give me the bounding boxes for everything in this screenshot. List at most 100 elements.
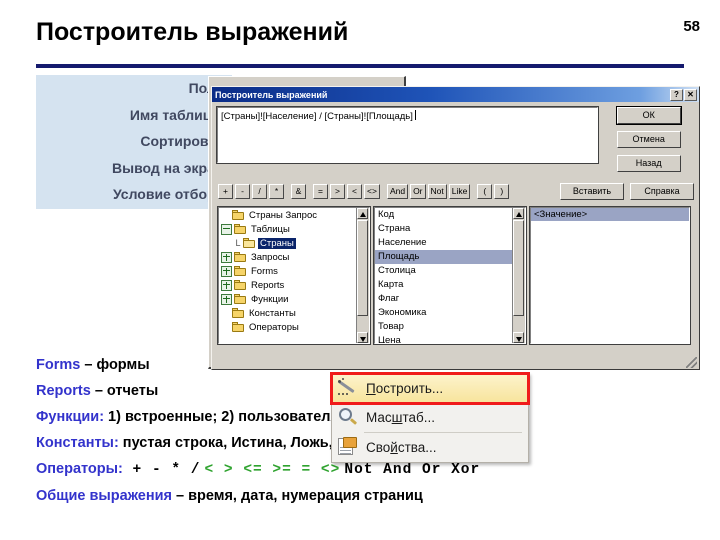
tree-item-queries[interactable]: Запросы [219, 250, 357, 264]
field-list-pane[interactable]: Код Страна Население Площадь Столица Кар… [373, 206, 527, 345]
tree-item-label: Reports [251, 279, 285, 291]
list-item[interactable]: Цена [375, 334, 513, 343]
collapse-minus-icon[interactable] [221, 223, 232, 235]
tree-item-label: Forms [251, 265, 278, 277]
expand-plus-icon[interactable] [221, 251, 232, 263]
value-list-pane[interactable]: <Значение> [529, 206, 691, 345]
expand-plus-icon[interactable] [221, 279, 232, 291]
help-icon[interactable]: ? [670, 88, 683, 101]
operator-greater[interactable]: > [330, 184, 345, 199]
expand-plus-icon[interactable] [221, 293, 232, 305]
page-title: Построитель выражений [36, 18, 349, 46]
paste-button[interactable]: Вставить [560, 183, 624, 200]
operator-less[interactable]: < [347, 184, 362, 199]
dialog-titlebar[interactable]: Построитель выражений ? ✕ [212, 87, 699, 102]
menu-item-build[interactable]: Построить... [330, 372, 530, 405]
menu-accel-key: й [390, 440, 398, 455]
list-item[interactable]: Экономика [375, 306, 513, 320]
tree-item-reports[interactable]: Reports [219, 278, 357, 292]
context-menu: Построить... Масштаб... Свойства... [330, 372, 530, 463]
grid-label-show: Вывод на экран: [112, 159, 228, 176]
list-item[interactable]: Столица [375, 264, 513, 278]
back-button[interactable]: Назад [616, 155, 681, 172]
menu-item-zoom[interactable]: Масштаб... [332, 403, 528, 432]
note-keyword: Функции: [36, 409, 105, 425]
operator-plus[interactable]: + [218, 184, 233, 199]
list-item[interactable]: Карта [375, 278, 513, 292]
operator-paren-open[interactable]: ( [477, 184, 493, 199]
dialog-title: Построитель выражений [215, 89, 328, 100]
tree-item-label: Операторы [249, 321, 299, 333]
operator-concat[interactable]: & [291, 184, 306, 199]
operator-multiply[interactable]: * [269, 184, 284, 199]
dialog-button-column: ОК Отмена Назад [603, 106, 694, 179]
list-item[interactable]: Код [375, 208, 513, 222]
menu-label-pre: Сво [366, 440, 391, 455]
note-keyword: Общие выражения [36, 488, 172, 504]
help-button[interactable]: Справка [630, 183, 694, 200]
expression-text: [Страны]![Население] / [Страны]![Площадь… [221, 111, 413, 122]
grid-label-table-name: Имя таблицы: [129, 106, 228, 123]
field-list[interactable]: Код Страна Население Площадь Столица Кар… [375, 208, 513, 343]
scroll-down-icon[interactable] [357, 332, 368, 343]
tree-item-strany-zapros[interactable]: Страны Запрос [219, 208, 357, 222]
list-item-selected[interactable]: Площадь [375, 250, 513, 264]
menu-item-properties[interactable]: Свойства... [332, 433, 528, 462]
note-keyword: Forms [36, 357, 81, 373]
operator-paren-close[interactable]: ) [494, 184, 510, 199]
scrollbar-thumb[interactable] [357, 220, 368, 316]
folder-icon [232, 322, 244, 332]
text-caret [414, 110, 416, 120]
folder-icon [234, 224, 246, 234]
cancel-button[interactable]: Отмена [616, 131, 681, 148]
folder-icon [232, 210, 244, 220]
folder-icon [232, 308, 244, 318]
tree-item-functions[interactable]: Функции [219, 292, 357, 306]
scroll-up-icon[interactable] [513, 208, 524, 219]
list-item[interactable]: Флаг [375, 292, 513, 306]
grid-label-criteria: Условие отбора: [112, 186, 228, 202]
list-item[interactable]: Товар [375, 320, 513, 334]
close-icon[interactable]: ✕ [684, 88, 697, 101]
tree-item-label: Запросы [251, 251, 290, 263]
operator-minus[interactable]: - [235, 184, 250, 199]
menu-accel-key: П [366, 381, 376, 396]
object-tree-list[interactable]: Страны Запрос Таблицы L Страны Запросы F… [219, 208, 357, 343]
tree-scrollbar[interactable] [356, 208, 369, 343]
tree-item-operators[interactable]: Операторы [219, 320, 357, 334]
scrollbar-thumb[interactable] [513, 220, 524, 316]
operator-not[interactable]: Not [427, 184, 447, 199]
operator-equal[interactable]: = [313, 184, 328, 199]
list-item[interactable]: Страна [375, 222, 513, 236]
folder-icon [234, 266, 246, 276]
magnifier-icon [334, 405, 362, 430]
list-item-selected[interactable]: <Значение> [531, 208, 689, 221]
folder-icon [234, 252, 246, 262]
ok-button[interactable]: ОК [615, 106, 682, 125]
value-list[interactable]: <Значение> [531, 208, 689, 343]
tree-item-strany[interactable]: L Страны [219, 236, 357, 250]
list-item[interactable]: Население [375, 236, 513, 250]
menu-label-pre: Мас [366, 410, 392, 425]
operator-divide[interactable]: / [252, 184, 267, 199]
scroll-up-icon[interactable] [357, 208, 368, 219]
tree-item-constants[interactable]: Константы [219, 306, 357, 320]
operator-or[interactable]: Or [410, 184, 426, 199]
grid-label-field: Поле: [36, 75, 232, 102]
note-keyword: Reports [36, 383, 91, 399]
operator-and[interactable]: And [386, 184, 409, 199]
operator-notequal[interactable]: <> [364, 184, 380, 199]
menu-label-rest: ства... [397, 440, 437, 455]
tree-item-label: Страны [258, 237, 296, 249]
field-scrollbar[interactable] [512, 208, 525, 343]
expand-plus-icon[interactable] [221, 265, 232, 277]
object-tree-pane[interactable]: Страны Запрос Таблицы L Страны Запросы F… [217, 206, 371, 345]
tree-item-tables[interactable]: Таблицы [219, 222, 357, 236]
note-text: + - * / [122, 462, 201, 478]
expression-input[interactable]: [Страны]![Население] / [Страны]![Площадь… [215, 106, 600, 164]
note-keyword: Константы: [36, 435, 119, 451]
scroll-down-icon[interactable] [513, 332, 524, 343]
operator-like[interactable]: Like [448, 184, 471, 199]
magic-wand-icon [334, 376, 362, 401]
tree-item-forms[interactable]: Forms [219, 264, 357, 278]
